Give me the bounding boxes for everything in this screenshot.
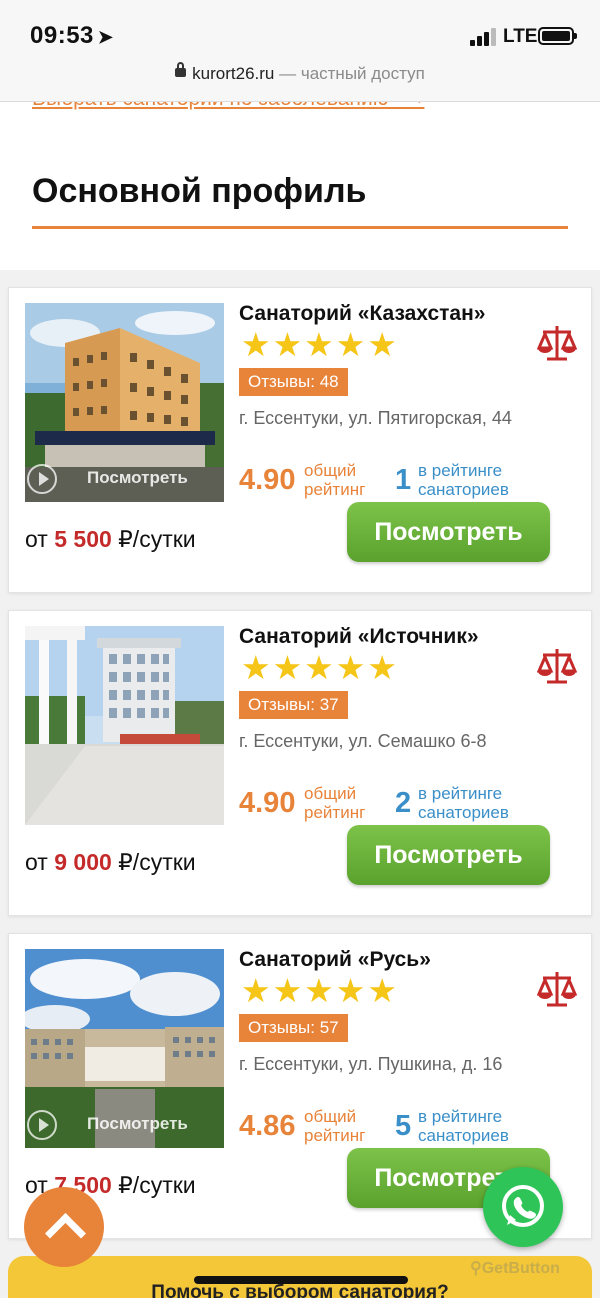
help-choose-label: Помочь с выбором санатория? bbox=[151, 1282, 449, 1298]
getbutton-icon: ⚲ bbox=[470, 1260, 482, 1277]
play-icon bbox=[27, 464, 57, 494]
price: от 5 500 ₽/сутки bbox=[25, 526, 196, 553]
network-type: LTE bbox=[503, 26, 538, 47]
overall-rating-label: общий рейтинг bbox=[304, 784, 365, 822]
price-value: 5 500 bbox=[54, 526, 112, 552]
address-bar[interactable]: kurort26.ru — частный доступ bbox=[0, 62, 600, 84]
star-rating: ★★★★★ bbox=[241, 972, 399, 1009]
overall-rating: 4.90 bbox=[239, 464, 296, 496]
rating-label-line1: общий bbox=[304, 461, 357, 480]
sanatorium-photo[interactable]: Посмотреть bbox=[25, 303, 224, 502]
rank-position: 2 bbox=[395, 787, 412, 819]
scroll-up-button[interactable] bbox=[24, 1187, 104, 1267]
rank-label-line1: в рейтинге bbox=[418, 1107, 503, 1126]
whatsapp-icon bbox=[502, 1185, 544, 1227]
rank-label: в рейтинге санаториев bbox=[418, 1107, 509, 1145]
price-prefix: от bbox=[25, 849, 48, 875]
url-suffix: — частный доступ bbox=[279, 64, 425, 83]
view-button[interactable]: Посмотреть bbox=[347, 825, 550, 885]
rank-label: в рейтинге санаториев bbox=[418, 461, 509, 499]
video-overlay[interactable]: Посмотреть bbox=[25, 1110, 224, 1140]
star-rating: ★★★★★ bbox=[241, 326, 399, 363]
url-domain: kurort26.ru bbox=[192, 64, 275, 83]
sanatorium-photo[interactable] bbox=[25, 626, 224, 825]
address: г. Ессентуки, ул. Семашко 6-8 bbox=[239, 731, 487, 751]
price-prefix: от bbox=[25, 526, 48, 552]
sanatorium-name[interactable]: Санаторий «Русь» bbox=[239, 948, 431, 972]
rank-label-line1: в рейтинге bbox=[418, 784, 503, 803]
rank-label-line1: в рейтинге bbox=[418, 461, 503, 480]
video-overlay[interactable]: Посмотреть bbox=[25, 464, 224, 494]
signal-icon bbox=[470, 28, 496, 46]
status-time: 09:53 ➤ bbox=[30, 22, 113, 50]
title-divider bbox=[32, 226, 568, 229]
card-list: Посмотреть Санаторий «Казахстан» ★★★★★ О… bbox=[0, 270, 600, 1298]
compare-scales-icon[interactable] bbox=[537, 647, 577, 685]
overall-rating-label: общий рейтинг bbox=[304, 1107, 365, 1145]
getbutton-credit[interactable]: ⚲GetButton bbox=[470, 1258, 560, 1278]
price-suffix: ₽/сутки bbox=[118, 1172, 196, 1198]
location-arrow-icon: ➤ bbox=[97, 27, 114, 47]
star-rating: ★★★★★ bbox=[241, 649, 399, 686]
price: от 9 000 ₽/сутки bbox=[25, 849, 196, 876]
reviews-badge[interactable]: Отзывы: 37 bbox=[239, 691, 348, 719]
address: г. Ессентуки, ул. Пушкина, д. 16 bbox=[239, 1054, 503, 1074]
rank-label-line2: санаториев bbox=[418, 480, 509, 499]
page: Выбрать санаторий по заболеванию ⟶ Основ… bbox=[0, 0, 600, 1298]
sanatorium-card: Посмотреть Санаторий «Казахстан» ★★★★★ О… bbox=[8, 287, 592, 593]
status-time-text: 09:53 bbox=[30, 22, 94, 49]
view-button[interactable]: Посмотреть bbox=[347, 502, 550, 562]
price-suffix: ₽/сутки bbox=[118, 849, 196, 875]
overall-rating: 4.86 bbox=[239, 1110, 296, 1142]
rating-label-line2: рейтинг bbox=[304, 480, 366, 499]
address: г. Ессентуки, ул. Пятигорская, 44 bbox=[239, 408, 512, 428]
battery-icon bbox=[538, 27, 577, 45]
overall-rating-label: общий рейтинг bbox=[304, 461, 365, 499]
reviews-badge[interactable]: Отзывы: 48 bbox=[239, 368, 348, 396]
rating-label-line1: общий bbox=[304, 784, 357, 803]
play-icon bbox=[27, 1110, 57, 1140]
rating-label-line2: рейтинг bbox=[304, 803, 366, 822]
video-overlay-label: Посмотреть bbox=[87, 468, 188, 487]
sanatorium-photo[interactable]: Посмотреть bbox=[25, 949, 224, 1148]
compare-scales-icon[interactable] bbox=[537, 970, 577, 1008]
rating-label-line2: рейтинг bbox=[304, 1126, 366, 1145]
section-title: Основной профиль bbox=[32, 172, 367, 210]
rank-position: 5 bbox=[395, 1110, 412, 1142]
lock-icon bbox=[175, 62, 187, 78]
price-value: 9 000 bbox=[54, 849, 112, 875]
rank-position: 1 bbox=[395, 464, 412, 496]
home-indicator bbox=[194, 1276, 408, 1284]
sanatorium-name[interactable]: Санаторий «Источник» bbox=[239, 625, 479, 649]
rank-label-line2: санаториев bbox=[418, 803, 509, 822]
sanatorium-card: Санаторий «Источник» ★★★★★ Отзывы: 37 г.… bbox=[8, 610, 592, 916]
compare-scales-icon[interactable] bbox=[537, 324, 577, 362]
rank-label-line2: санаториев bbox=[418, 1126, 509, 1145]
getbutton-label: GetButton bbox=[481, 1260, 560, 1277]
rank-label: в рейтинге санаториев bbox=[418, 784, 509, 822]
whatsapp-button[interactable] bbox=[483, 1167, 563, 1247]
overall-rating: 4.90 bbox=[239, 787, 296, 819]
video-overlay-label: Посмотреть bbox=[87, 1114, 188, 1133]
sanatorium-name[interactable]: Санаторий «Казахстан» bbox=[239, 302, 485, 326]
price-suffix: ₽/сутки bbox=[118, 526, 196, 552]
rating-label-line1: общий bbox=[304, 1107, 357, 1126]
browser-chrome: 09:53 ➤ LTE kurort26.ru — частный доступ bbox=[0, 0, 600, 102]
reviews-badge[interactable]: Отзывы: 57 bbox=[239, 1014, 348, 1042]
